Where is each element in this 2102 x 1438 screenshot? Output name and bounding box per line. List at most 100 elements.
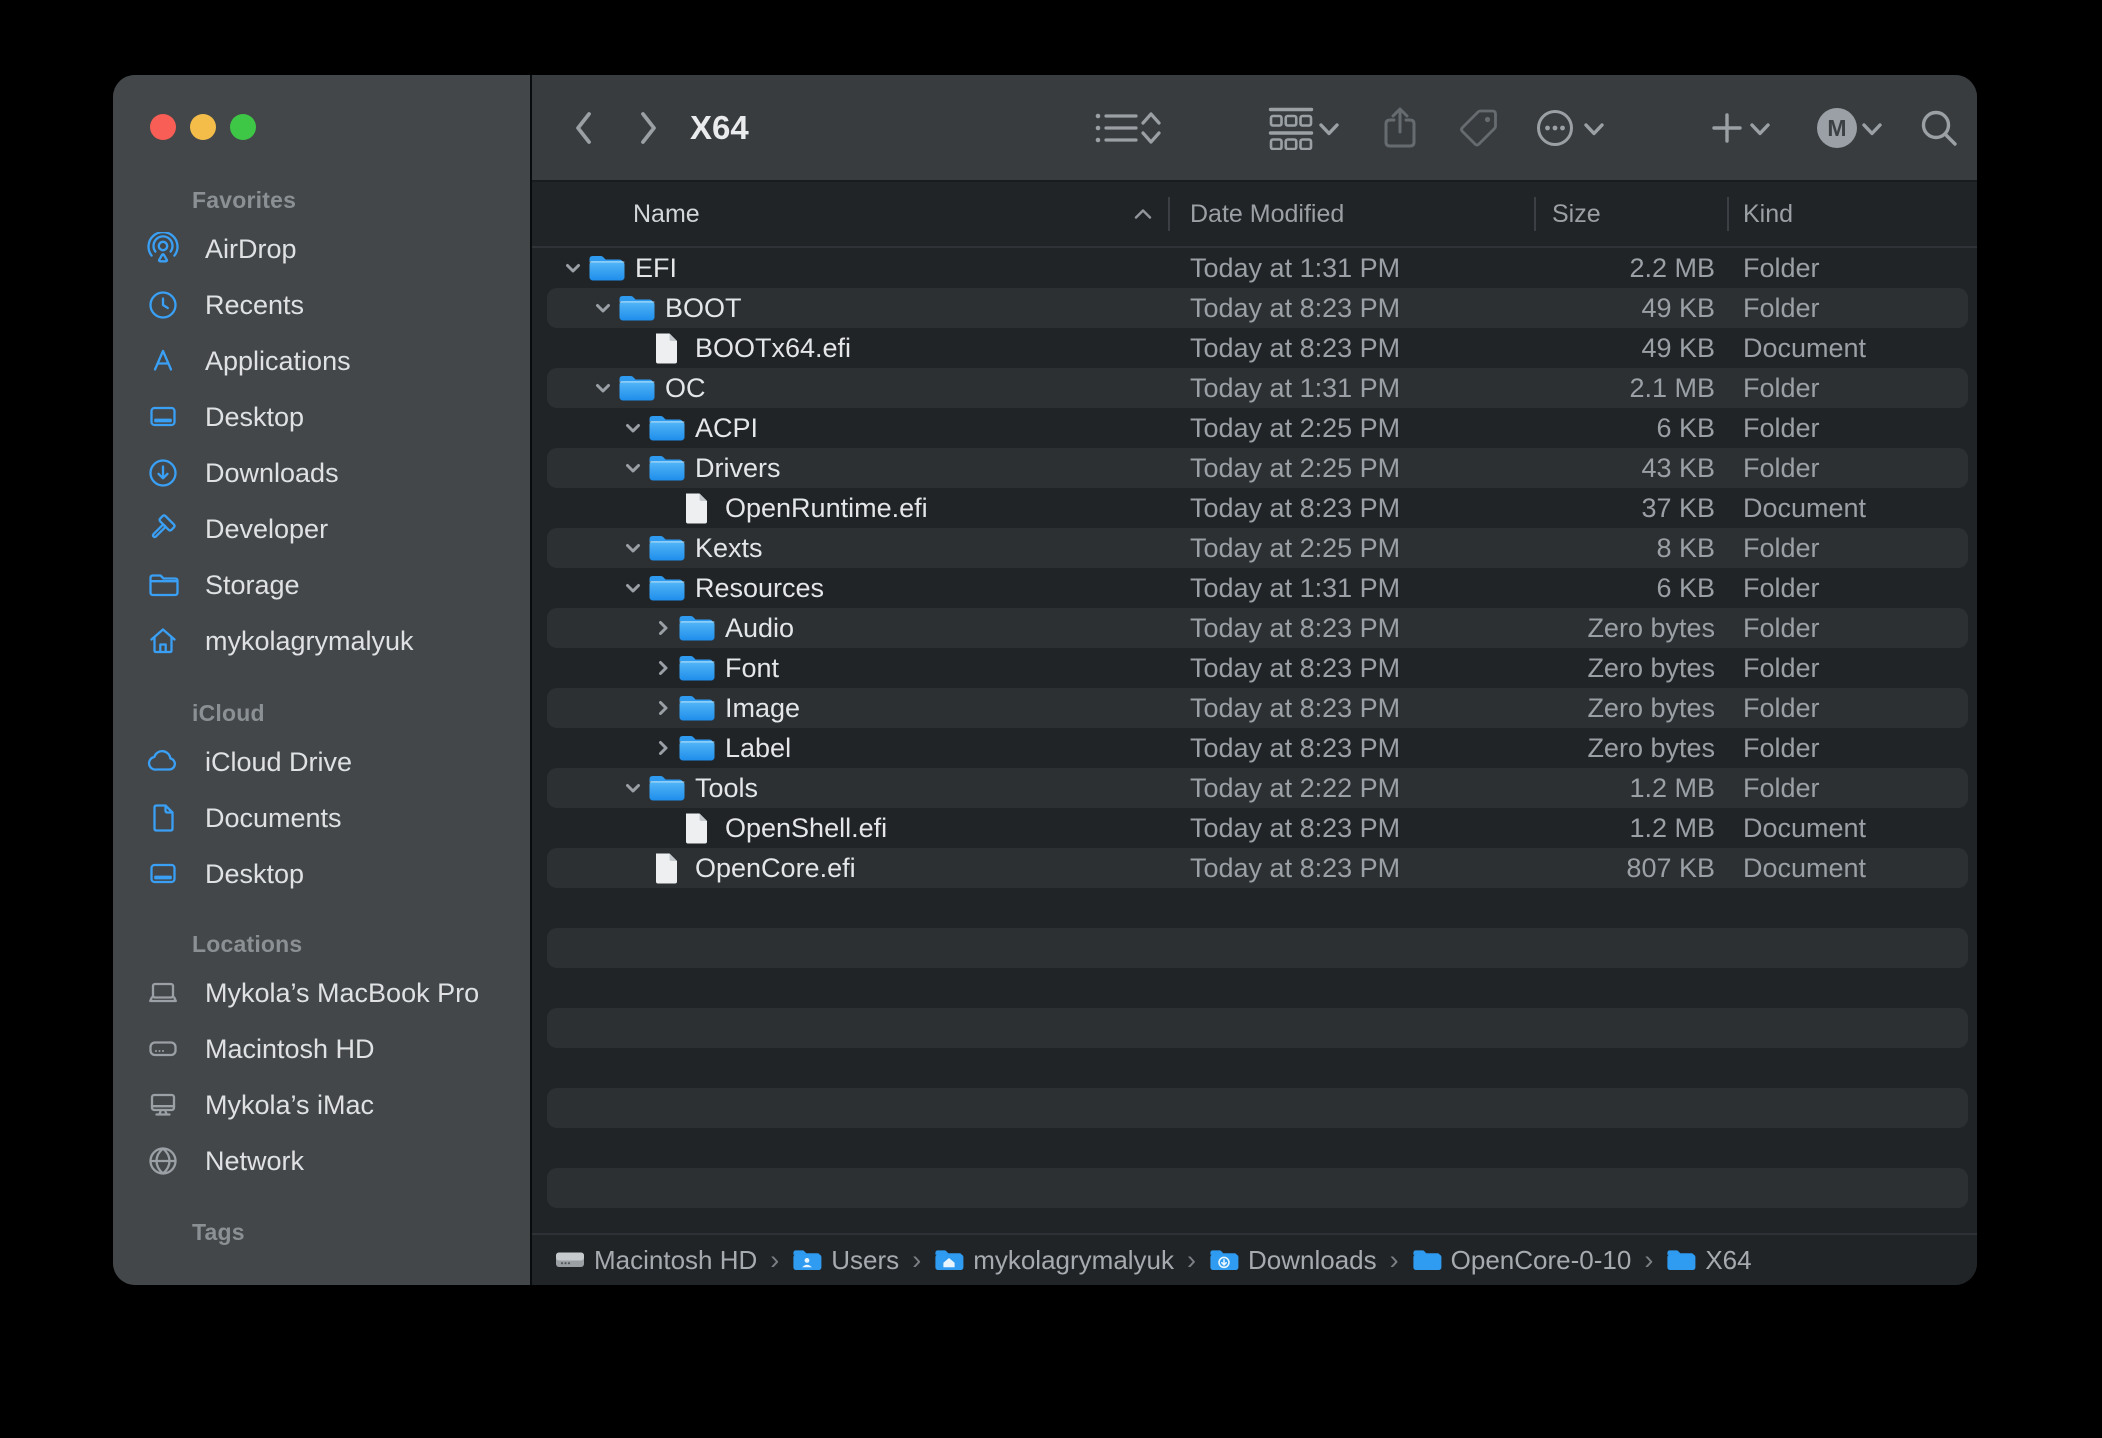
file-date-modified: Today at 1:31 PM xyxy=(1190,368,1400,408)
file-kind: Folder xyxy=(1743,408,1820,448)
file-row-image[interactable]: ImageToday at 8:23 PMZero bytesFolder xyxy=(532,688,1977,728)
group-by-icon[interactable] xyxy=(1268,75,1314,180)
sidebar-item-label: Mykola’s MacBook Pro xyxy=(205,978,479,1009)
sidebar-item-mykola-s-macbook-pro[interactable]: Mykola’s MacBook Pro xyxy=(113,965,530,1021)
file-name-cell: Resources xyxy=(620,568,824,608)
airdrop-icon xyxy=(146,232,180,266)
file-row-font[interactable]: FontToday at 8:23 PMZero bytesFolder xyxy=(532,648,1977,688)
file-name-label: OpenCore.efi xyxy=(695,853,856,884)
path-item-x64[interactable]: X64 xyxy=(1666,1245,1751,1276)
file-row-efi[interactable]: EFIToday at 1:31 PM2.2 MBFolder xyxy=(532,248,1977,288)
folder-icon xyxy=(648,448,685,488)
disclosure-chevron-down-icon[interactable] xyxy=(560,248,586,288)
sidebar-item-mykola-s-imac[interactable]: Mykola’s iMac xyxy=(113,1077,530,1133)
disclosure-chevron-down-icon[interactable] xyxy=(620,448,646,488)
sidebar-item-macintosh-hd[interactable]: Macintosh HD xyxy=(113,1021,530,1077)
tags-icon[interactable] xyxy=(1457,75,1501,180)
file-kind: Folder xyxy=(1743,688,1820,728)
sidebar-section-title: Locations xyxy=(192,929,530,959)
column-divider[interactable] xyxy=(1168,197,1170,231)
column-divider[interactable] xyxy=(1534,197,1536,231)
file-kind: Document xyxy=(1743,328,1866,368)
file-row-drivers[interactable]: DriversToday at 2:25 PM43 KBFolder xyxy=(532,448,1977,488)
file-row-resources[interactable]: ResourcesToday at 1:31 PM6 KBFolder xyxy=(532,568,1977,608)
disclosure-chevron-right-icon[interactable] xyxy=(650,608,676,648)
path-item-opencore-0-10[interactable]: OpenCore-0-10 xyxy=(1412,1245,1632,1276)
account-chevron-icon[interactable] xyxy=(1859,75,1885,180)
file-row-openshell-efi[interactable]: OpenShell.efiToday at 8:23 PM1.2 MBDocum… xyxy=(532,808,1977,848)
close-button[interactable] xyxy=(150,114,176,140)
file-row-opencore-efi[interactable]: OpenCore.efiToday at 8:23 PM807 KBDocume… xyxy=(532,848,1977,888)
file-row-label[interactable]: LabelToday at 8:23 PMZero bytesFolder xyxy=(532,728,1977,768)
file-row-acpi[interactable]: ACPIToday at 2:25 PM6 KBFolder xyxy=(532,408,1977,448)
disclosure-chevron-right-icon[interactable] xyxy=(650,688,676,728)
path-separator-chevron: › xyxy=(1390,1247,1399,1274)
forward-button[interactable] xyxy=(626,75,670,180)
column-header-kind[interactable]: Kind xyxy=(1743,182,1793,246)
sidebar-item-applications[interactable]: Applications xyxy=(113,333,530,389)
search-icon[interactable] xyxy=(1917,75,1961,180)
more-actions-icon[interactable] xyxy=(1533,75,1577,180)
zoom-button[interactable] xyxy=(230,114,256,140)
sidebar-item-icloud-drive[interactable]: iCloud Drive xyxy=(113,734,530,790)
file-row-kexts[interactable]: KextsToday at 2:25 PM8 KBFolder xyxy=(532,528,1977,568)
disclosure-chevron-down-icon[interactable] xyxy=(590,368,616,408)
group-by-chevron-icon[interactable] xyxy=(1316,75,1342,180)
disclosure-chevron-down-icon[interactable] xyxy=(620,568,646,608)
sidebar-item-mykolagrymalyuk[interactable]: mykolagrymalyuk xyxy=(113,613,530,669)
disclosure-chevron-down-icon[interactable] xyxy=(620,408,646,448)
file-name-cell: Kexts xyxy=(620,528,763,568)
sidebar-item-documents[interactable]: Documents xyxy=(113,790,530,846)
disclosure-chevron-down-icon[interactable] xyxy=(620,768,646,808)
empty-row-stripe xyxy=(547,1008,1968,1048)
minimize-button[interactable] xyxy=(190,114,216,140)
file-name-label: OC xyxy=(665,373,706,404)
sidebar-item-storage[interactable]: Storage xyxy=(113,557,530,613)
file-row-boot[interactable]: BOOTToday at 8:23 PM49 KBFolder xyxy=(532,288,1977,328)
folder-icon xyxy=(648,568,685,608)
list-view-icon[interactable] xyxy=(1093,75,1139,180)
file-row-tools[interactable]: ToolsToday at 2:22 PM1.2 MBFolder xyxy=(532,768,1977,808)
sidebar-item-network[interactable]: Network xyxy=(113,1133,530,1189)
file-name-cell: Audio xyxy=(650,608,794,648)
file-row-audio[interactable]: AudioToday at 8:23 PMZero bytesFolder xyxy=(532,608,1977,648)
column-header-size[interactable]: Size xyxy=(1552,182,1601,246)
path-separator-chevron: › xyxy=(770,1247,779,1274)
column-divider[interactable] xyxy=(1727,197,1729,231)
new-folder-chevron-icon[interactable] xyxy=(1747,75,1773,180)
new-folder-icon[interactable] xyxy=(1710,75,1744,180)
disclosure-chevron-down-icon[interactable] xyxy=(620,528,646,568)
empty-row-stripe xyxy=(547,1088,1968,1128)
file-row-bootx64-efi[interactable]: BOOTx64.efiToday at 8:23 PM49 KBDocument xyxy=(532,328,1977,368)
file-date-modified: Today at 2:25 PM xyxy=(1190,408,1400,448)
file-row-openruntime-efi[interactable]: OpenRuntime.efiToday at 8:23 PM37 KBDocu… xyxy=(532,488,1977,528)
column-header-date-modified[interactable]: Date Modified xyxy=(1190,182,1344,246)
disclosure-chevron-right-icon[interactable] xyxy=(650,648,676,688)
file-size: 6 KB xyxy=(1532,568,1715,608)
svg-text:M: M xyxy=(1827,115,1846,141)
path-separator-chevron: › xyxy=(1644,1247,1653,1274)
sidebar-item-recents[interactable]: Recents xyxy=(113,277,530,333)
file-row-oc[interactable]: OCToday at 1:31 PM2.1 MBFolder xyxy=(532,368,1977,408)
sidebar-item-desktop[interactable]: Desktop xyxy=(113,389,530,445)
path-item-label: Downloads xyxy=(1248,1245,1377,1276)
path-item-mykolagrymalyuk[interactable]: mykolagrymalyuk xyxy=(934,1245,1174,1276)
column-header-name[interactable]: Name xyxy=(633,182,700,246)
sidebar-item-developer[interactable]: Developer xyxy=(113,501,530,557)
back-button[interactable] xyxy=(562,75,606,180)
disclosure-chevron-right-icon[interactable] xyxy=(650,728,676,768)
more-actions-chevron-icon[interactable] xyxy=(1581,75,1607,180)
account-avatar[interactable]: M xyxy=(1816,75,1858,180)
sidebar-item-desktop[interactable]: Desktop xyxy=(113,846,530,902)
view-stepper-icon[interactable] xyxy=(1138,75,1164,180)
path-item-users[interactable]: Users xyxy=(792,1245,899,1276)
path-item-macintosh-hd[interactable]: Macintosh HD xyxy=(555,1245,757,1276)
share-icon[interactable] xyxy=(1377,75,1423,180)
sidebar-item-airdrop[interactable]: AirDrop xyxy=(113,221,530,277)
sidebar-item-downloads[interactable]: Downloads xyxy=(113,445,530,501)
folder-icon xyxy=(648,528,685,568)
network-icon xyxy=(146,1144,180,1178)
path-item-downloads[interactable]: Downloads xyxy=(1209,1245,1377,1276)
file-name-cell: EFI xyxy=(560,248,677,288)
disclosure-chevron-down-icon[interactable] xyxy=(590,288,616,328)
